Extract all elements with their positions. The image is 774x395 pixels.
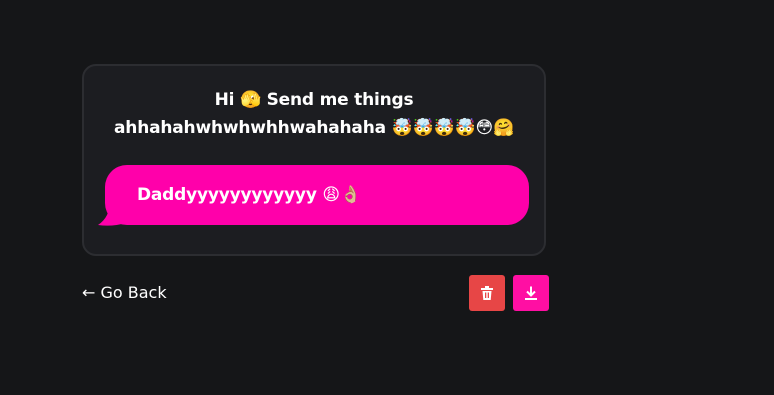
prompt-line-2: ahhahahwhwhwhhwahahaha 🤯🤯🤯🤯😳🤗	[114, 118, 514, 138]
go-back-link[interactable]: ← Go Back	[82, 282, 167, 304]
message-bubble: Daddyyyyyyyyyyyy 😩👌🏼	[96, 165, 530, 227]
download-button[interactable]	[513, 275, 549, 311]
trash-icon	[481, 286, 493, 300]
download-icon	[525, 286, 537, 300]
message-card: Hi 🫣 Send me things ahhahahwhwhwhhwahaha…	[82, 64, 546, 256]
prompt-line-1: Hi 🫣 Send me things	[214, 90, 414, 110]
delete-button[interactable]	[469, 275, 505, 311]
message-text: Daddyyyyyyyyyyyy 😩👌🏼	[105, 165, 529, 225]
prompt-text: Hi 🫣 Send me things ahhahahwhwhwhhwahaha…	[84, 86, 544, 142]
